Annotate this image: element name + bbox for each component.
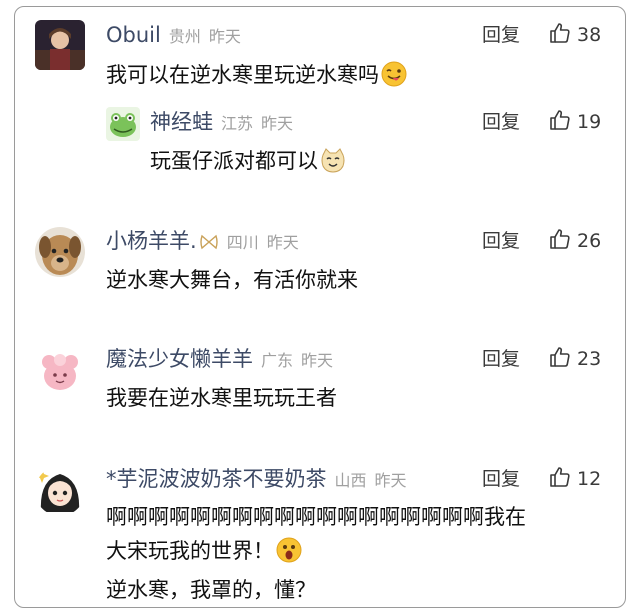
username[interactable]: 小杨羊羊.: [106, 229, 197, 253]
like-count: 19: [577, 111, 602, 133]
like-button[interactable]: 19: [548, 108, 601, 136]
comment-line: 我要在逆水寒里玩玩王者: [106, 386, 337, 410]
comment-text: 逆水寒大舞台，有活你就来: [106, 263, 358, 297]
timestamp: 昨天: [374, 471, 407, 490]
comment-line: 玩蛋仔派对都可以: [150, 149, 318, 173]
avatar[interactable]: [106, 107, 140, 141]
comment-line: 逆水寒，我罩的，懂？: [106, 578, 316, 602]
comment-text: 啊啊啊啊啊啊啊啊啊啊啊啊啊啊啊啊啊啊我在 大宋玩我的世界！ 逆水寒，我罩的，懂？: [106, 500, 616, 607]
like-button[interactable]: 38: [548, 21, 601, 49]
like-button[interactable]: 23: [548, 345, 601, 373]
comment-text: 我要在逆水寒里玩玩王者: [106, 381, 337, 415]
reply-button[interactable]: 回复: [482, 21, 520, 49]
comment-meta: Obuil 贵州 昨天: [106, 21, 241, 49]
comment-meta: *芋泥波波奶茶不要奶茶 山西 昨天: [106, 465, 407, 493]
comment-meta: 魔法少女懒羊羊 广东 昨天: [106, 345, 333, 373]
reply-button[interactable]: 回复: [482, 108, 520, 136]
like-count: 38: [577, 24, 602, 46]
avatar[interactable]: [35, 227, 85, 277]
comment-text: 玩蛋仔派对都可以: [150, 144, 346, 183]
timestamp: 昨天: [301, 351, 334, 370]
comment-line: 啊啊啊啊啊啊啊啊啊啊啊啊啊啊啊啊啊啊我在: [106, 505, 526, 529]
thumbs-up-icon: [550, 229, 570, 249]
like-button[interactable]: 26: [548, 227, 601, 255]
reply-button[interactable]: 回复: [482, 345, 520, 373]
timestamp: 昨天: [266, 233, 299, 252]
thumbs-up-icon: [550, 110, 570, 130]
location: 江苏: [221, 114, 254, 133]
like-count: 12: [577, 468, 602, 490]
location: 四川: [226, 233, 259, 252]
username[interactable]: 魔法少女懒羊羊: [106, 347, 253, 371]
tongue-wink-emoji: [381, 61, 407, 97]
thumbs-up-icon: [550, 23, 570, 43]
comment-meta: 神经蛙 江苏 昨天: [150, 108, 293, 136]
location: 山西: [334, 471, 367, 490]
comment-line: 大宋玩我的世界！: [106, 534, 616, 573]
like-button[interactable]: 12: [548, 465, 601, 493]
avatar[interactable]: [35, 20, 85, 70]
avatar[interactable]: [35, 466, 85, 516]
location: 贵州: [168, 27, 201, 46]
comment-line: 我可以在逆水寒里玩逆水寒吗: [106, 63, 379, 87]
like-count: 23: [577, 348, 602, 370]
username[interactable]: Obuil: [106, 23, 161, 47]
username[interactable]: 神经蛙: [150, 110, 213, 134]
thumbs-up-icon: [550, 347, 570, 367]
cat-face-emoji: [320, 147, 346, 183]
reply-button[interactable]: 回复: [482, 227, 520, 255]
timestamp: 昨天: [261, 114, 294, 133]
like-count: 26: [577, 230, 602, 252]
avatar[interactable]: [35, 346, 85, 396]
comment-line: 逆水寒大舞台，有活你就来: [106, 268, 358, 292]
thumbs-up-icon: [550, 467, 570, 487]
location: 广东: [261, 351, 294, 370]
bow-icon: [199, 232, 219, 260]
comment-text: 我可以在逆水寒里玩逆水寒吗: [106, 58, 407, 97]
comment-meta: 小杨羊羊. 四川 昨天: [106, 227, 299, 255]
reply-button[interactable]: 回复: [482, 465, 520, 493]
timestamp: 昨天: [208, 27, 241, 46]
username[interactable]: *芋泥波波奶茶不要奶茶: [106, 467, 327, 491]
surprised-face-emoji: [276, 537, 302, 573]
